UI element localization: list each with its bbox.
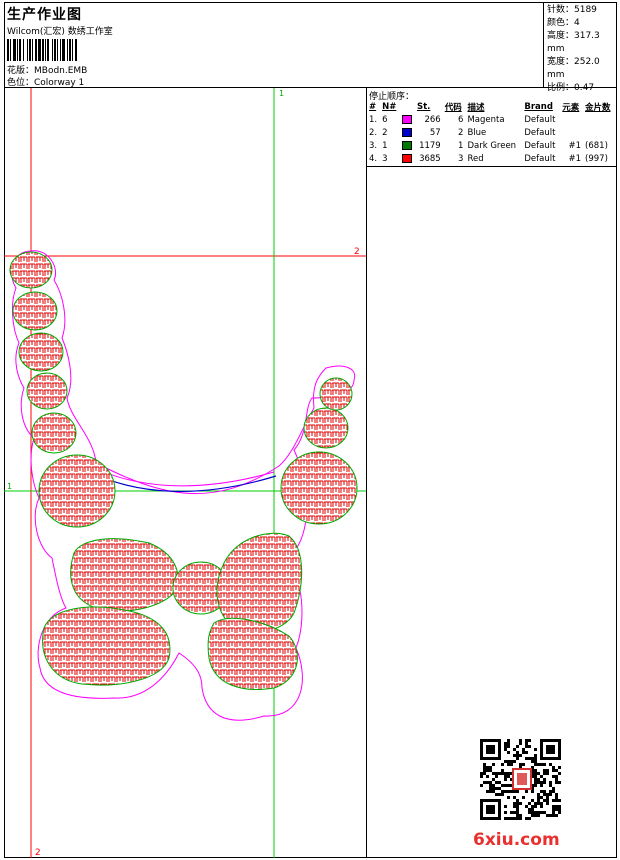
row-index: 3. <box>369 140 378 151</box>
barcode <box>7 39 135 61</box>
stop-sequence-table: # N# St. 代码 描述 Brand 元素 金片数 1. 6 266 6 Magen… <box>367 100 615 165</box>
color-swatch <box>401 153 412 163</box>
row-brand: Default <box>524 127 556 138</box>
row-element <box>560 113 583 126</box>
row-index: 2. <box>369 127 378 138</box>
row-swatch <box>400 139 415 152</box>
guide-label-left: 1 <box>7 482 12 491</box>
row-stitches: 1179 <box>419 140 441 151</box>
row-brand: Default <box>524 140 556 151</box>
guide-label-top: 1 <box>279 89 284 98</box>
row-element: #1 <box>568 153 582 164</box>
color-swatch <box>401 127 412 137</box>
row-sequins <box>583 113 615 126</box>
guide-label-bottom: 2 <box>35 848 41 858</box>
row-sequins: (997) <box>585 153 608 164</box>
row-swatch <box>400 113 415 126</box>
table-row: 4. 3 3685 3 Red Default #1 (997) <box>367 152 615 165</box>
colorway-label: 色位：Colorway 1 <box>7 78 85 88</box>
stitch-fills <box>9 251 358 690</box>
row-needle: 3 <box>382 153 388 164</box>
color-count: 颜色：4 <box>547 18 580 28</box>
embroidery-preview-svg: 1 2 1 2 <box>4 88 366 858</box>
design-width: 宽度：252.0 mm <box>547 57 600 80</box>
row-stitches: 57 <box>429 127 441 138</box>
site-watermark-logo: 6xiu.com <box>473 830 560 850</box>
col-description: 描述 <box>467 102 485 113</box>
table-row: 2. 2 57 2 Blue Default <box>367 126 615 139</box>
col-code: 代码 <box>444 102 462 113</box>
row-swatch <box>400 126 415 139</box>
table-header-row: # N# St. 代码 描述 Brand 元素 金片数 <box>367 100 615 113</box>
row-code: 3 <box>458 153 464 164</box>
color-swatch <box>401 114 412 124</box>
row-element <box>560 126 583 139</box>
page-title: 生产作业图 <box>7 7 82 23</box>
barcode-bar <box>77 39 78 61</box>
guide-label-right: 2 <box>354 247 360 257</box>
row-swatch <box>400 152 415 165</box>
design-preview: 1 2 1 2 <box>4 88 367 858</box>
row-stitches: 266 <box>424 114 441 125</box>
row-brand: Default <box>524 153 556 164</box>
row-description: Dark Green <box>467 140 517 151</box>
table-row: 3. 1 1179 1 Dark Green Default #1 (681) <box>367 139 615 152</box>
row-needle: 2 <box>382 127 388 138</box>
col-sequins: 金片数 <box>585 102 611 113</box>
row-stitches: 3685 <box>419 153 441 164</box>
stitch-count: 针数：5189 <box>547 5 597 15</box>
stop-sequence-panel: 停止顺序： # N# St. 代码 描述 Brand 元素 金片数 1. 6 266… <box>367 88 617 858</box>
col-brand: Brand <box>524 101 553 112</box>
row-element: #1 <box>568 140 582 151</box>
col-index: # <box>369 101 377 112</box>
col-color-swatch <box>400 100 415 113</box>
col-stitches: St. <box>416 101 431 112</box>
row-needle: 6 <box>382 114 388 125</box>
row-code: 2 <box>458 127 464 138</box>
row-description: Magenta <box>467 114 505 125</box>
header: 生产作业图 Wilcom(汇宏) 数绣工作室 花版：MBodn.EMB 色位：C… <box>4 2 617 93</box>
qr-code <box>480 739 561 820</box>
table-row: 1. 6 266 6 Magenta Default <box>367 113 615 126</box>
col-needle: N# <box>382 101 397 112</box>
col-element: 元素 <box>562 102 580 113</box>
row-description: Red <box>467 153 484 164</box>
row-description: Blue <box>467 127 487 138</box>
row-needle: 1 <box>382 140 388 151</box>
row-code: 1 <box>458 140 464 151</box>
studio-subtitle: Wilcom(汇宏) 数绣工作室 <box>7 27 113 37</box>
row-index: 1. <box>369 114 378 125</box>
row-code: 6 <box>458 114 464 125</box>
row-sequins: (681) <box>585 140 608 151</box>
row-index: 4. <box>369 153 378 164</box>
production-worksheet: 生产作业图 Wilcom(汇宏) 数绣工作室 花版：MBodn.EMB 色位：C… <box>0 0 620 860</box>
color-swatch <box>401 140 412 150</box>
table-divider <box>367 166 617 167</box>
row-brand: Default <box>524 114 556 125</box>
row-sequins <box>583 126 615 139</box>
summary-panel: 针数：5189 颜色：4 高度：317.3 mm 宽度：252.0 mm 比例：… <box>543 2 617 93</box>
design-height: 高度：317.3 mm <box>547 31 600 54</box>
